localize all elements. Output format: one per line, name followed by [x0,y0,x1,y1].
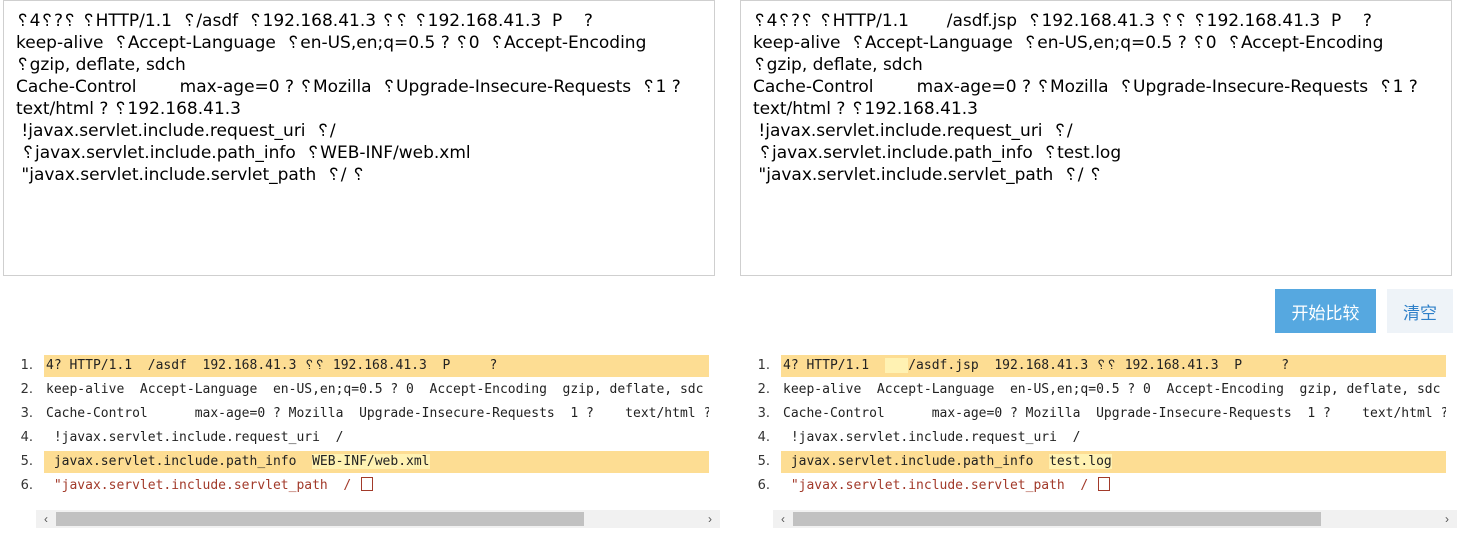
diff-line: 4. !javax.servlet.include.request_uri / [3,426,715,450]
horizontal-scrollbar[interactable]: ‹ › [773,510,1457,528]
scroll-left-icon[interactable]: ‹ [36,510,56,528]
line-code: javax.servlet.include.path_info WEB-INF/… [44,451,709,473]
scroll-right-icon[interactable]: › [700,510,720,528]
line-code: keep-alive Accept-Language en-US,en;q=0.… [46,382,704,397]
left-text-input[interactable]: ␦4␦?␦ ␦HTTP/1.1 ␦/asdf ␦192.168.41.3 ␦␦ … [3,0,715,276]
line-code: !javax.servlet.include.request_uri / [783,430,1081,445]
start-compare-button[interactable]: 开始比较 [1275,289,1376,333]
line-code: 4? HTTP/1.1 /asdf.jsp 192.168.41.3 ␦␦ 19… [781,355,1446,377]
line-code: !javax.servlet.include.request_uri / [46,430,344,445]
line-code: "javax.servlet.include.servlet_path / [781,475,1446,497]
diff-line: 1. 4? HTTP/1.1 /asdf 192.168.41.3 ␦␦ 192… [3,354,715,378]
scroll-thumb[interactable] [793,512,1321,526]
clear-button[interactable]: 清空 [1387,289,1453,333]
changed-text: WEB-INF/web.xml [312,454,430,469]
line-number: 6. [757,478,770,493]
line-code: 4? HTTP/1.1 /asdf 192.168.41.3 ␦␦ 192.16… [44,355,709,377]
line-code: Cache-Control max-age=0 ? Mozilla Upgrad… [783,406,1446,421]
diff-line: 2. keep-alive Accept-Language en-US,en;q… [3,378,715,402]
diff-line: 2. keep-alive Accept-Language en-US,en;q… [740,378,1452,402]
line-code: Cache-Control max-age=0 ? Mozilla Upgrad… [46,406,709,421]
line-number: 4. [20,430,33,445]
changed-text [884,358,909,373]
horizontal-scrollbar[interactable]: ‹ › [36,510,720,528]
line-number: 2. [757,382,770,397]
line-number: 5. [757,454,770,469]
line-number: 3. [757,406,770,421]
line-code: "javax.servlet.include.servlet_path / [44,475,709,497]
diff-line: 6. "javax.servlet.include.servlet_path / [740,474,1452,498]
diff-line: 1. 4? HTTP/1.1 /asdf.jsp 192.168.41.3 ␦␦… [740,354,1452,378]
line-code: keep-alive Accept-Language en-US,en;q=0.… [783,382,1441,397]
diff-line: 6. "javax.servlet.include.servlet_path / [3,474,715,498]
control-char-icon [361,477,374,491]
diff-line: 4. !javax.servlet.include.request_uri / [740,426,1452,450]
diff-line: 3. Cache-Control max-age=0 ? Mozilla Upg… [740,402,1452,426]
line-number: 4. [757,430,770,445]
right-diff-view: 1. 4? HTTP/1.1 /asdf.jsp 192.168.41.3 ␦␦… [740,346,1457,534]
scroll-thumb[interactable] [56,512,584,526]
diff-line: 3. Cache-Control max-age=0 ? Mozilla Upg… [3,402,715,426]
line-number: 1. [757,358,770,373]
changed-text: test.log [1049,454,1112,469]
line-number: 2. [20,382,33,397]
right-text-input[interactable]: ␦4␦?␦ ␦HTTP/1.1 /asdf.jsp ␦192.168.41.3 … [740,0,1452,276]
line-number: 6. [20,478,33,493]
scroll-left-icon[interactable]: ‹ [773,510,793,528]
line-number: 3. [20,406,33,421]
line-number: 1. [20,358,33,373]
line-code: javax.servlet.include.path_info test.log [781,451,1446,473]
scroll-right-icon[interactable]: › [1437,510,1457,528]
left-diff-view: 1. 4? HTTP/1.1 /asdf 192.168.41.3 ␦␦ 192… [3,346,720,534]
diff-line: 5. javax.servlet.include.path_info WEB-I… [3,450,715,474]
diff-line: 5. javax.servlet.include.path_info test.… [740,450,1452,474]
line-number: 5. [20,454,33,469]
control-char-icon [1098,477,1111,491]
